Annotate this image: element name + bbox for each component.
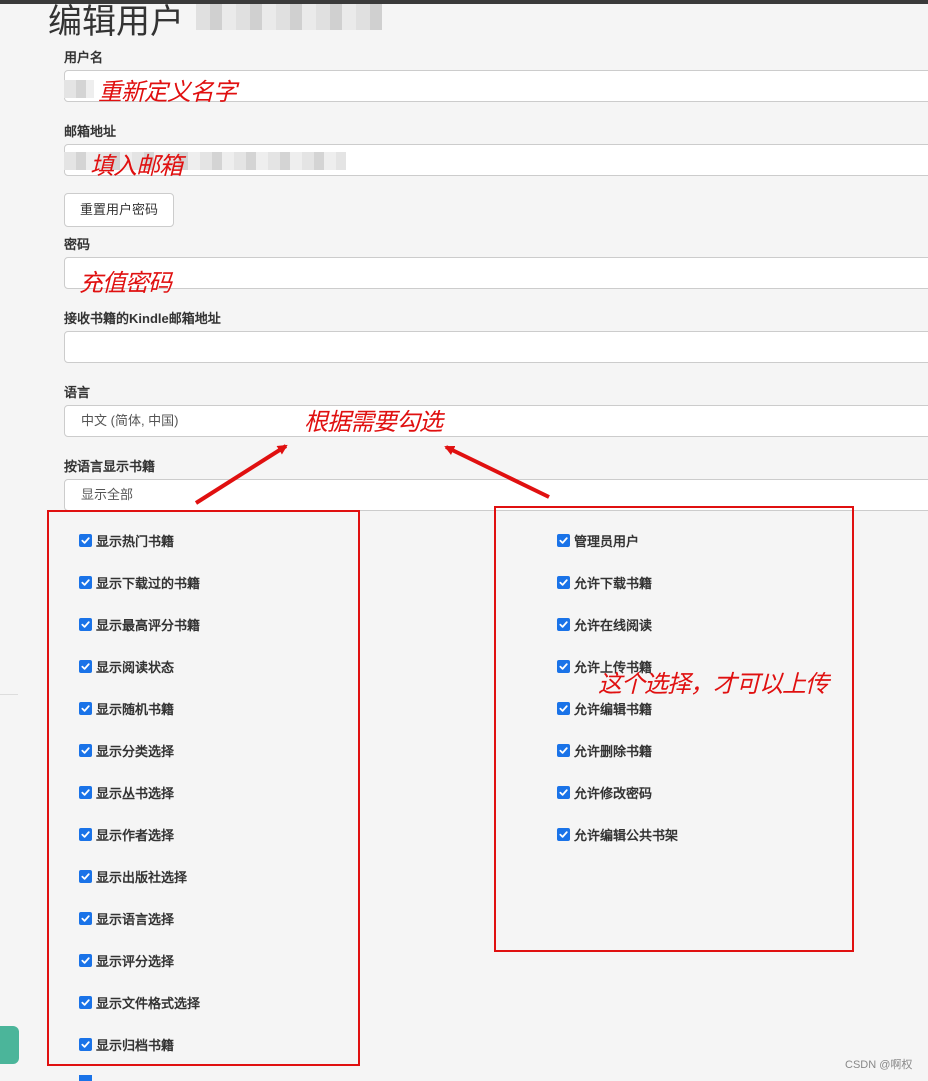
- annotation-username: 重新定义名字: [98, 78, 237, 106]
- annotation-select-hint: 根据需要勾选: [304, 408, 443, 436]
- annotation-upload-hint: 这个选择，才可以上传: [598, 670, 829, 698]
- arrow-left: [194, 444, 288, 505]
- annotation-email: 填入邮箱: [90, 152, 183, 180]
- watermark: CSDN @啊权: [845, 1059, 913, 1071]
- sidebar-divider: [0, 694, 18, 695]
- arrow-right: [444, 445, 550, 499]
- partial-checkbox[interactable]: [79, 1075, 92, 1081]
- annotation-password: 充值密码: [79, 269, 172, 297]
- side-tab-button[interactable]: [0, 1026, 19, 1064]
